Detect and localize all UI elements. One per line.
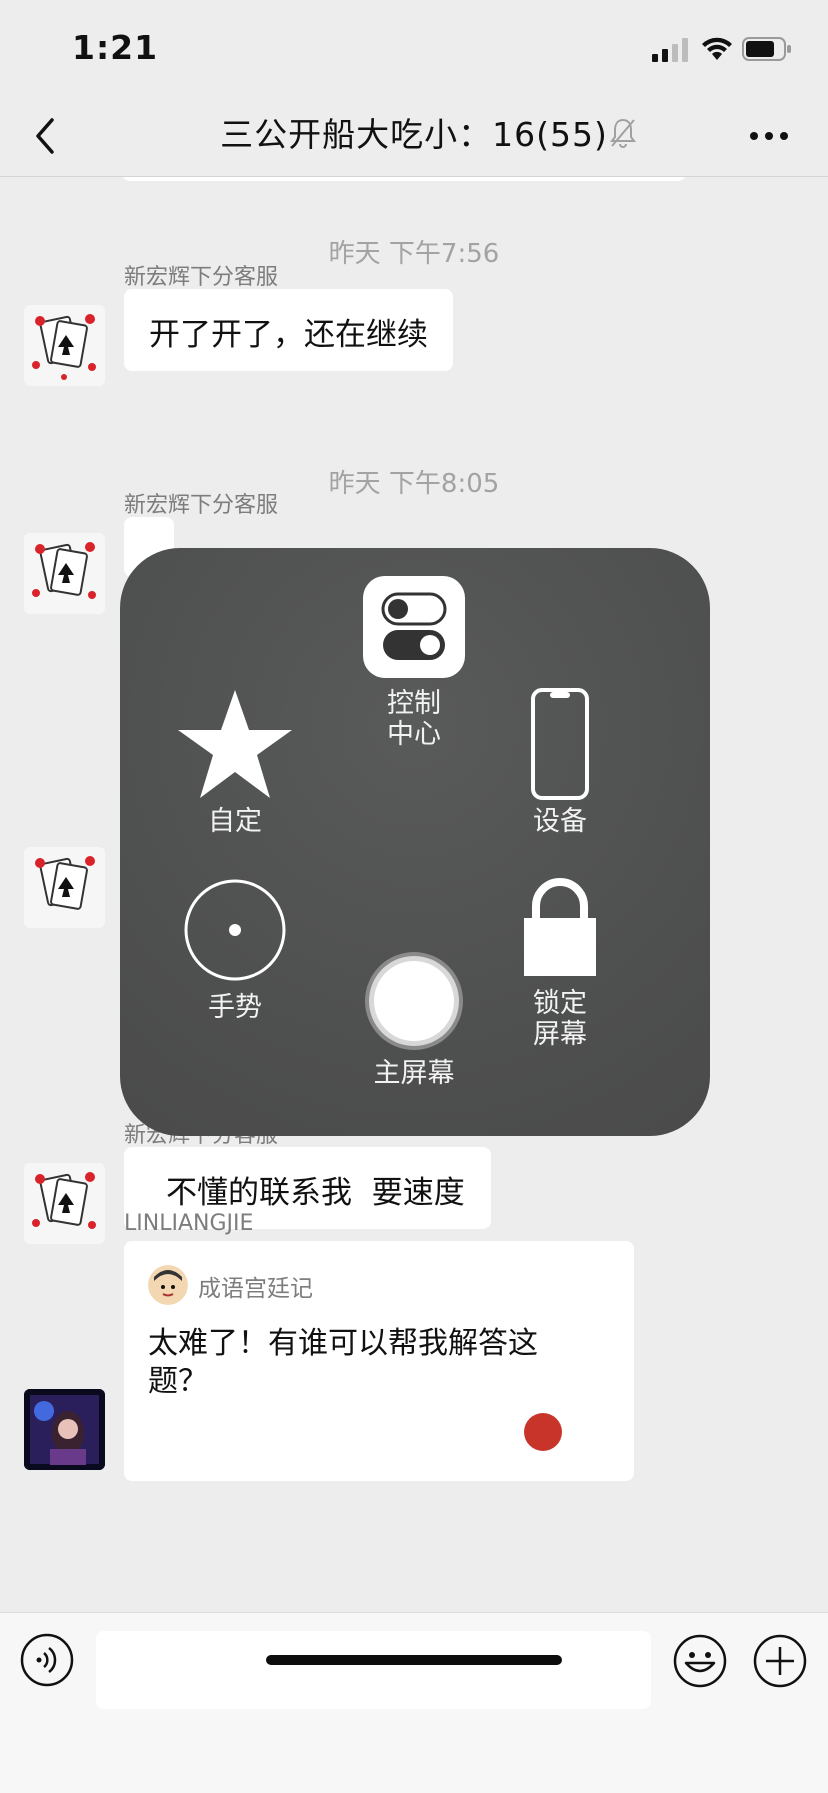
home-button[interactable]: 主屏幕 (334, 950, 494, 1089)
avatar[interactable] (24, 847, 105, 928)
avatar[interactable] (24, 305, 105, 386)
control-center-button[interactable]: 控制 中心 (334, 576, 494, 750)
device-button[interactable]: 设备 (500, 688, 620, 837)
star-icon (178, 690, 292, 798)
custom-button[interactable]: 自定 (170, 688, 300, 837)
mini-program-name: 成语宫廷记 (198, 1276, 313, 1302)
toggle-switches-icon (363, 576, 465, 678)
gesture-button[interactable]: 手势 (170, 878, 300, 1023)
sender-name: 新宏辉下分客服 (124, 265, 279, 290)
status-time: 1:21 (72, 28, 159, 67)
sender-name: LINLIANGJIE (124, 1211, 254, 1236)
mini-program-avatar (148, 1265, 188, 1305)
message-bubble[interactable]: 开了开了，还在继续 (124, 289, 453, 371)
mute-bell-icon (610, 118, 636, 148)
lock-screen-button[interactable]: 锁定 屏幕 (500, 876, 620, 1050)
home-label: 主屏幕 (373, 1058, 455, 1089)
emoji-icon[interactable] (672, 1633, 728, 1689)
card-question-text: 太难了！有谁可以帮我解答这题？ (148, 1326, 538, 1399)
message-text-input[interactable] (96, 1631, 651, 1709)
avatar[interactable] (24, 1389, 105, 1470)
add-more-icon[interactable] (752, 1633, 808, 1689)
device-label: 设备 (533, 806, 587, 837)
iphone-device-icon (531, 688, 589, 800)
gesture-label: 手势 (208, 992, 262, 1023)
chat-title: 三公开船大吃小：16(55) (220, 115, 608, 154)
wifi-icon (702, 37, 732, 60)
home-button-icon (365, 952, 463, 1050)
gesture-circle-icon (184, 879, 286, 981)
voice-input-icon[interactable] (20, 1633, 74, 1687)
previous-message-bubble (122, 177, 686, 181)
home-indicator (266, 1655, 562, 1665)
avatar[interactable] (24, 1163, 105, 1244)
shared-mini-program-card[interactable]: 成语宫廷记 太难了！有谁可以帮我解答这题？ (124, 1241, 634, 1481)
status-bar: 1:21 (0, 0, 828, 96)
message-input-bar (0, 1612, 828, 1793)
lock-icon (524, 878, 596, 976)
custom-label: 自定 (208, 806, 262, 837)
lock-screen-label: 锁定 屏幕 (533, 988, 587, 1050)
control-center-label: 控制 中心 (387, 688, 441, 750)
assistive-touch-menu: 控制 中心 自定 设备 手势 锁定 屏幕 主屏幕 (120, 548, 710, 1136)
sender-name: 新宏辉下分客服 (124, 493, 279, 518)
more-options-icon[interactable] (748, 126, 790, 146)
nav-bar: 三公开船大吃小：16(55) (0, 96, 828, 177)
battery-icon (742, 37, 791, 61)
red-dot-badge (524, 1413, 562, 1451)
cellular-signal-icon (652, 38, 688, 62)
avatar[interactable] (24, 533, 105, 614)
